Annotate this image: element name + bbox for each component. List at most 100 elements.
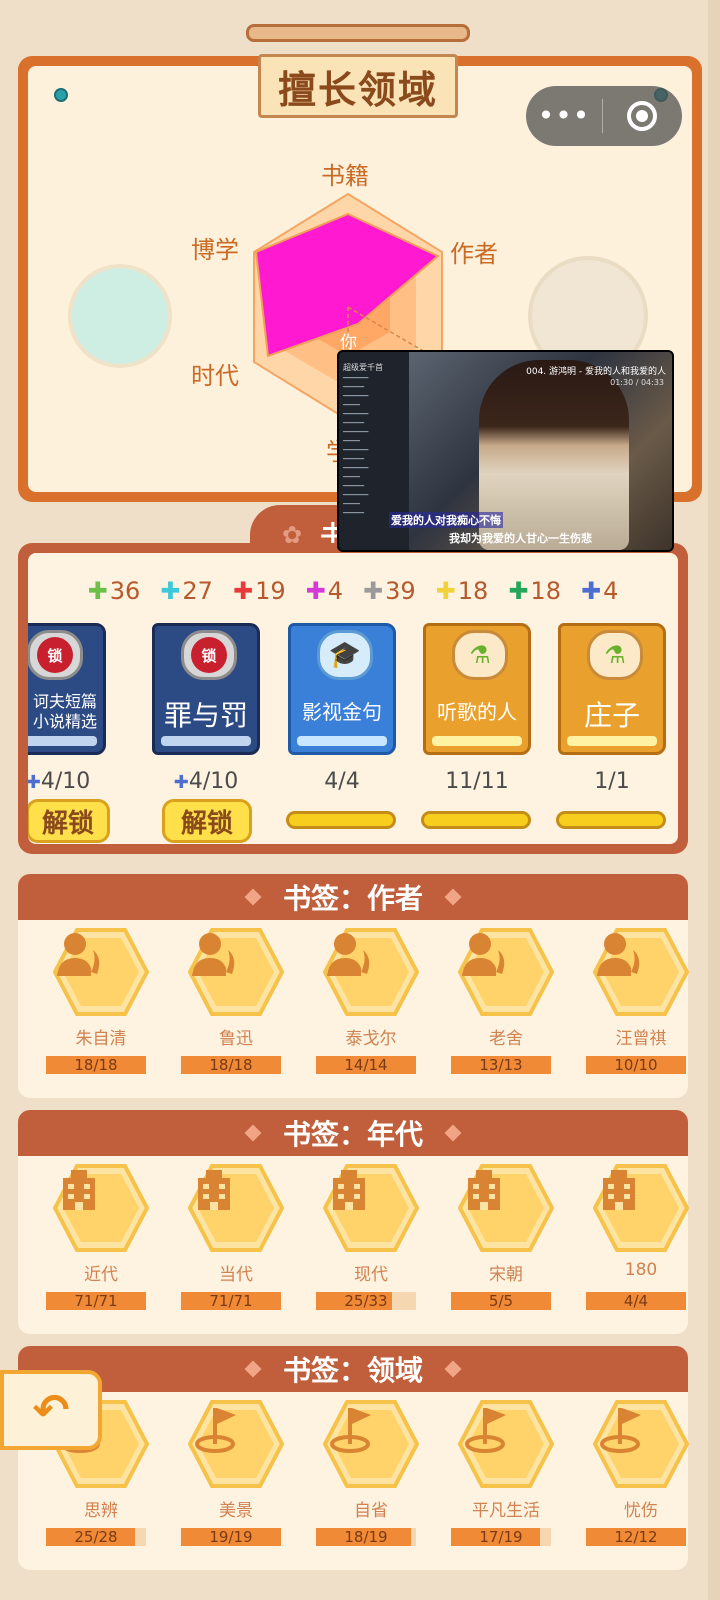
bookmark-progress: 71/71 — [209, 1292, 253, 1310]
bookmark-era-section: 书签：年代 近代 71/71 当代 71/71 现代 25/33 宋朝 5/5 180 4/4 — [18, 1110, 689, 1334]
bookmark-item[interactable]: 近代 71/71 — [46, 1164, 156, 1310]
unlock-button[interactable]: 解锁 — [28, 799, 110, 843]
puzzle-count-darkgreen: ✚ 18 — [508, 577, 561, 605]
bookmark-item[interactable]: 忧伤 12/12 — [586, 1400, 696, 1546]
bookmark-list[interactable]: 思辨 25/28 美景 19/19 自省 18/19 平凡生活 17/19 忧伤 12/12 — [18, 1392, 689, 1570]
book-strip — [161, 736, 251, 746]
puzzle-icon: ✚ — [87, 577, 108, 605]
axis-label-books: 书籍 — [321, 162, 369, 190]
scroll-track[interactable] — [708, 0, 720, 1600]
puzzle-icon: ✚ — [435, 577, 456, 605]
puzzle-count-red: ✚ 19 — [232, 577, 286, 605]
puzzle-icon: ✚ — [363, 577, 384, 605]
book-carousel[interactable]: 锁 诃夫短篇 小说精选 ✚4/10 解锁 锁 罪与罚 ✚4/10 解锁 🎓 影视金… — [28, 623, 678, 844]
book-strip — [28, 736, 97, 746]
flag-icon — [323, 1400, 419, 1488]
bookmark-item[interactable]: 180 4/4 — [586, 1164, 696, 1310]
book-strip — [432, 736, 522, 746]
bookmark-progress: 17/19 — [479, 1528, 523, 1546]
bookmark-progress-bar: 12/12 — [586, 1528, 686, 1546]
hex-badge — [188, 1400, 284, 1488]
puzzle-icon: ✚ — [173, 772, 189, 793]
bookmark-name: 现代 — [354, 1265, 388, 1285]
author-icon — [458, 928, 554, 1016]
hex-badge — [593, 1400, 689, 1488]
puzzle-icon: ✚ — [160, 577, 181, 605]
miniprogram-capsule: ••• — [526, 86, 682, 146]
bookmark-name: 近代 — [84, 1265, 118, 1285]
book-progress: 4/4 — [324, 769, 360, 794]
bookmark-name: 美景 — [219, 1501, 253, 1521]
bookmark-name: 泰戈尔 — [345, 1029, 397, 1049]
bookmark-field-section: 书签：领域 思辨 25/28 美景 19/19 自省 18/19 平凡生活 17/19 忧伤 12… — [18, 1346, 689, 1570]
flag-icon — [593, 1400, 689, 1488]
lock-seal-badge: 锁 — [28, 630, 83, 680]
hex-badge — [458, 1400, 554, 1488]
puzzle-icon: ✚ — [508, 577, 529, 605]
bookmark-list[interactable]: 朱自清 18/18 鲁迅 18/18 泰戈尔 14/14 老舍 13/13 汪曾祺 10/10 — [18, 920, 689, 1098]
video-side-title: 超级爱千首 — [343, 363, 383, 372]
bookmark-name: 鲁迅 — [219, 1029, 253, 1049]
book-panel: ✚ 36 ✚ 27 ✚ 19 ✚ 4 ✚ 39 ✚ 18 ✚ 18 ✚ 4 锁 诃夫短篇 小说精选… — [28, 553, 678, 844]
bookmark-progress-bar: 4/4 — [586, 1292, 686, 1310]
bookmark-progress: 71/71 — [74, 1292, 118, 1310]
scroll-rod — [246, 24, 470, 42]
title-paper: 擅长领域 — [258, 54, 458, 118]
bookmark-progress-bar: 17/19 — [451, 1528, 551, 1546]
flask-icon: ⚗ — [604, 641, 626, 669]
book-progress: 11/11 — [445, 769, 509, 794]
bookmark-item[interactable]: 老舍 13/13 — [451, 928, 561, 1074]
bookmark-item[interactable]: 平凡生活 17/19 — [451, 1400, 561, 1546]
target-icon — [627, 101, 657, 131]
bookmark-item[interactable]: 自省 18/19 — [316, 1400, 426, 1546]
hex-badge — [458, 928, 554, 1016]
book-item[interactable]: ⚗ 听歌的人 — [423, 623, 531, 755]
bookmark-progress-bar: 19/19 — [181, 1528, 281, 1546]
book-locked[interactable]: 锁 罪与罚 — [152, 623, 260, 755]
lock-seal-icon: 锁 — [191, 637, 227, 673]
bookmark-progress: 18/18 — [209, 1056, 253, 1074]
bookmark-item[interactable]: 现代 25/33 — [316, 1164, 426, 1310]
section-header: 书签：领域 — [18, 1346, 688, 1392]
bookmark-item[interactable]: 鲁迅 18/18 — [181, 928, 291, 1074]
diamond-icon — [444, 1360, 462, 1378]
bookmark-item[interactable]: 当代 71/71 — [181, 1164, 291, 1310]
book-item[interactable]: 🎓 影视金句 — [288, 623, 396, 755]
book-locked[interactable]: 锁 诃夫短篇 小说精选 — [28, 623, 106, 755]
book-strip — [567, 736, 657, 746]
book-section: ✚ 36 ✚ 27 ✚ 19 ✚ 4 ✚ 39 ✚ 18 ✚ 18 ✚ 4 锁 诃夫短篇 小说精选… — [18, 543, 688, 854]
bookmark-item[interactable]: 美景 19/19 — [181, 1400, 291, 1546]
bookmark-progress: 19/19 — [209, 1528, 253, 1546]
flag-icon — [188, 1400, 284, 1488]
section-header: 书签：年代 — [18, 1110, 688, 1156]
building-icon — [323, 1164, 419, 1252]
book-title: 听歌的人 — [437, 700, 517, 724]
bookmark-item[interactable]: 宋朝 5/5 — [451, 1164, 561, 1310]
bookmark-author-section: 书签：作者 朱自清 18/18 鲁迅 18/18 泰戈尔 14/14 老舍 13/13 汪曾祺 1… — [18, 874, 689, 1098]
book-item[interactable]: ⚗ 庄子 — [558, 623, 666, 755]
axis-label-era: 时代 — [191, 362, 239, 390]
puzzle-count-gray: ✚ 39 — [363, 577, 416, 605]
video-lyric-line1: 爱我的人对我痴心不悔 — [389, 512, 503, 528]
puzzle-icon: ✚ — [305, 577, 326, 605]
puzzle-count-cyan: ✚ 27 — [160, 577, 213, 605]
completed-bar — [421, 811, 531, 829]
unlock-button[interactable]: 解锁 — [162, 799, 252, 843]
book-progress: 1/1 — [594, 769, 630, 794]
bookmark-item[interactable]: 朱自清 18/18 — [46, 928, 156, 1074]
more-menu-button[interactable]: ••• — [526, 86, 602, 146]
book-title: 罪与罚 — [163, 699, 248, 732]
bookmark-item[interactable]: 泰戈尔 14/14 — [316, 928, 426, 1074]
bookmark-item[interactable]: 汪曾祺 10/10 — [586, 928, 696, 1074]
lock-seal-icon: 锁 — [37, 637, 73, 673]
bookmark-progress: 4/4 — [623, 1292, 649, 1310]
back-button[interactable]: ↶ — [0, 1370, 102, 1450]
bookmark-list[interactable]: 近代 71/71 当代 71/71 现代 25/33 宋朝 5/5 180 4/4 — [18, 1156, 689, 1334]
bookmark-progress-bar: 25/33 — [316, 1292, 416, 1310]
bookmark-name: 自省 — [354, 1501, 388, 1521]
hex-badge — [188, 1164, 284, 1252]
floating-video-player[interactable]: 超级爱千首 ━━━━━━ ━━━━━ ━━━━━━ ━━━━ ━━━━━━ ━━━━━ ━━… — [337, 350, 674, 552]
close-miniprogram-button[interactable] — [603, 101, 681, 131]
back-arrow-icon: ↶ — [32, 1384, 70, 1436]
book-title: 影视金句 — [302, 700, 382, 724]
